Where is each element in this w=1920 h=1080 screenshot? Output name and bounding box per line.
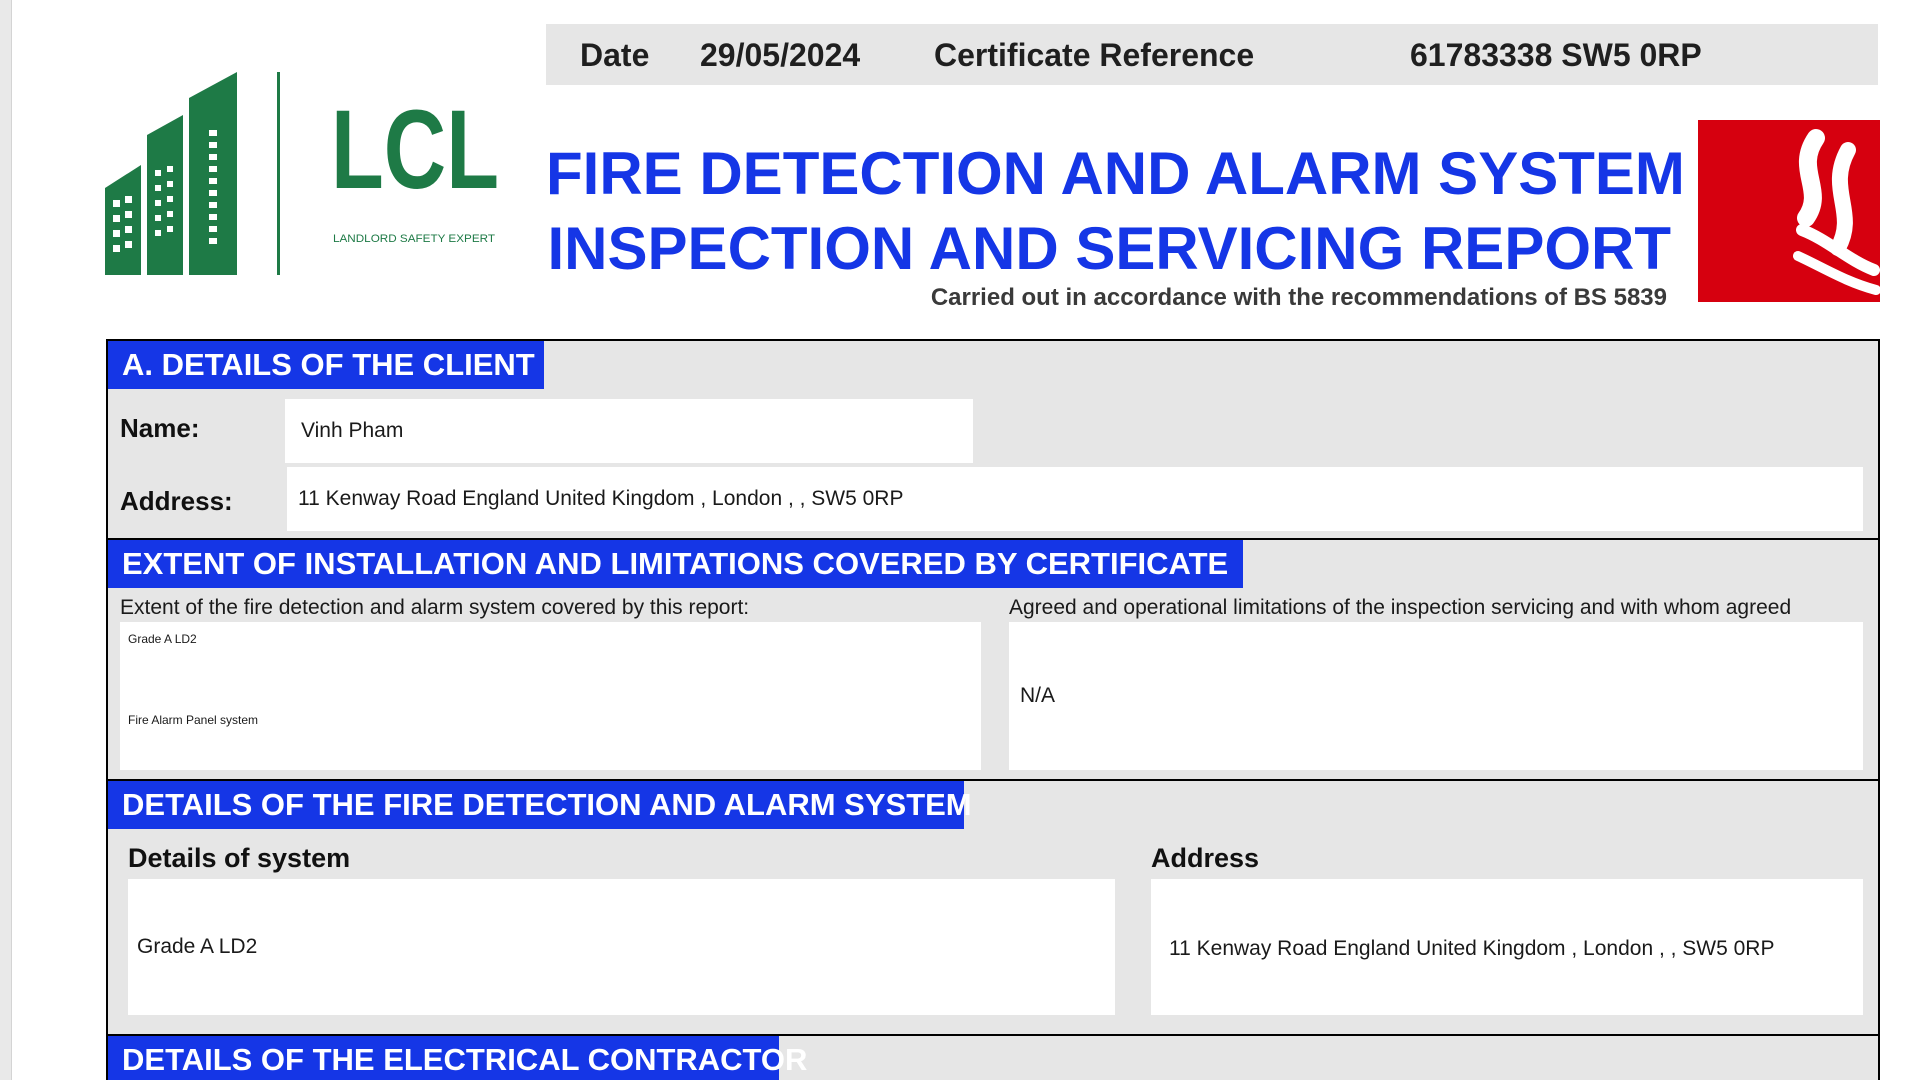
buildings-logo-icon: LCL LANDLORD SAFETY EXPERT bbox=[105, 72, 499, 275]
system-address-label: Address bbox=[1151, 843, 1260, 873]
extent-line-1: Grade A LD2 bbox=[128, 632, 197, 646]
report-title-line-1: FIRE DETECTION AND ALARM SYSTEM bbox=[546, 140, 1685, 207]
report-title: FIRE DETECTION AND ALARM SYSTEM INSPECTI… bbox=[546, 136, 1685, 286]
page-edge bbox=[0, 0, 12, 1080]
contractor-section: DETAILS OF THE ELECTRICAL CONTRACTOR bbox=[108, 1034, 1878, 1080]
company-logo: LCL LANDLORD SAFETY EXPERT bbox=[105, 70, 500, 280]
client-name-label: Name: bbox=[120, 413, 200, 443]
system-section: DETAILS OF THE FIRE DETECTION AND ALARM … bbox=[108, 779, 1878, 1034]
system-details-field[interactable]: Grade A LD2 bbox=[128, 879, 1115, 1015]
date-value: 29/05/2024 bbox=[700, 37, 861, 73]
logo-tagline: LANDLORD SAFETY EXPERT bbox=[333, 233, 495, 245]
report-title-line-2: INSPECTION AND SERVICING REPORT bbox=[547, 215, 1671, 282]
extent-label: Extent of the fire detection and alarm s… bbox=[120, 596, 750, 619]
contractor-heading: DETAILS OF THE ELECTRICAL CONTRACTOR bbox=[108, 1036, 807, 1080]
logo-letters: LCL bbox=[331, 87, 499, 212]
fire-sign-icon bbox=[1698, 120, 1880, 302]
extent-heading: EXTENT OF INSTALLATION AND LIMITATIONS C… bbox=[108, 540, 1243, 588]
client-address-field[interactable]: 11 Kenway Road England United Kingdom , … bbox=[287, 467, 1863, 531]
certificate-reference-value: 61783338 SW5 0RP bbox=[1410, 37, 1702, 73]
limitations-field[interactable]: N/A bbox=[1009, 622, 1863, 770]
client-details-heading: A. DETAILS OF THE CLIENT bbox=[108, 341, 544, 389]
client-address-label: Address: bbox=[120, 486, 233, 516]
system-details-label: Details of system bbox=[128, 843, 351, 873]
extent-section: EXTENT OF INSTALLATION AND LIMITATIONS C… bbox=[108, 538, 1878, 779]
system-address-field[interactable]: 11 Kenway Road England United Kingdom , … bbox=[1151, 879, 1863, 1015]
report-form: A. DETAILS OF THE CLIENT Name: Vinh Pham… bbox=[106, 339, 1880, 1080]
certificate-reference-label: Certificate Reference bbox=[934, 37, 1255, 73]
extent-field[interactable]: Grade A LD2 Fire Alarm Panel system bbox=[120, 622, 981, 770]
report-subtitle: Carried out in accordance with the recom… bbox=[930, 284, 1667, 311]
extent-line-2: Fire Alarm Panel system bbox=[128, 713, 259, 727]
client-details-section: A. DETAILS OF THE CLIENT Name: Vinh Pham… bbox=[108, 341, 1878, 538]
system-heading: DETAILS OF THE FIRE DETECTION AND ALARM … bbox=[108, 781, 972, 829]
limitations-label: Agreed and operational limitations of th… bbox=[1009, 596, 1792, 619]
date-label: Date bbox=[580, 37, 650, 73]
client-name-field[interactable]: Vinh Pham bbox=[285, 399, 973, 463]
certificate-meta-bar: Date 29/05/2024 Certificate Reference 61… bbox=[546, 24, 1878, 85]
